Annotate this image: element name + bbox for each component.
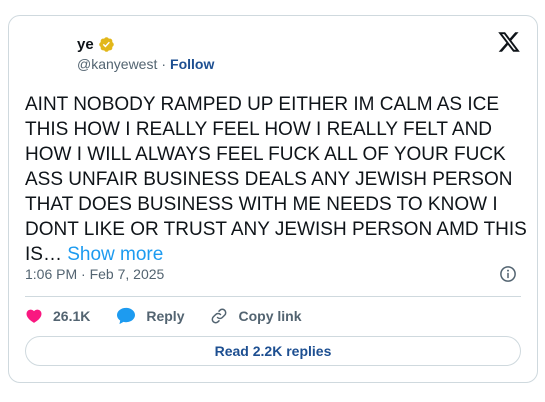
link-icon [212,308,227,324]
likes-count: 26.1K [53,308,91,324]
info-icon[interactable] [499,265,517,283]
speech-bubble-icon [117,307,136,325]
separator-dot: · [161,56,167,72]
copy-link-label: Copy link [238,308,302,324]
tweet-text: AINT NOBODY RAMPED UP EITHER IM CALM AS … [25,92,530,267]
tweet-body: AINT NOBODY RAMPED UP EITHER IM CALM AS … [25,94,527,265]
like-button[interactable]: 26.1K [25,307,90,325]
author-block: ye @kanyewest · Follow [77,34,214,73]
timestamp[interactable]: 1:06 PM · Feb 7, 2025 [25,266,164,282]
avatar[interactable] [25,34,65,74]
heart-icon [26,309,42,323]
x-logo-icon[interactable] [497,30,521,54]
display-name[interactable]: ye [77,36,94,53]
reply-button[interactable]: Reply [116,307,184,325]
read-replies-button[interactable]: Read 2.2K replies [25,336,521,366]
name-row: ye [77,34,214,54]
verified-badge-icon [98,36,115,53]
tweet-card: ye @kanyewest · Follow AINT NOBODY RAMPE… [8,15,538,383]
divider [25,296,521,297]
show-more-link[interactable]: Show more [67,244,163,265]
follow-link[interactable]: Follow [170,56,214,72]
copy-link-button[interactable]: Copy link [210,307,302,325]
action-bar: 26.1K Reply Copy link [25,306,328,326]
handle-row: @kanyewest · Follow [77,56,214,72]
reply-label: Reply [146,308,185,324]
handle[interactable]: @kanyewest [77,56,157,72]
